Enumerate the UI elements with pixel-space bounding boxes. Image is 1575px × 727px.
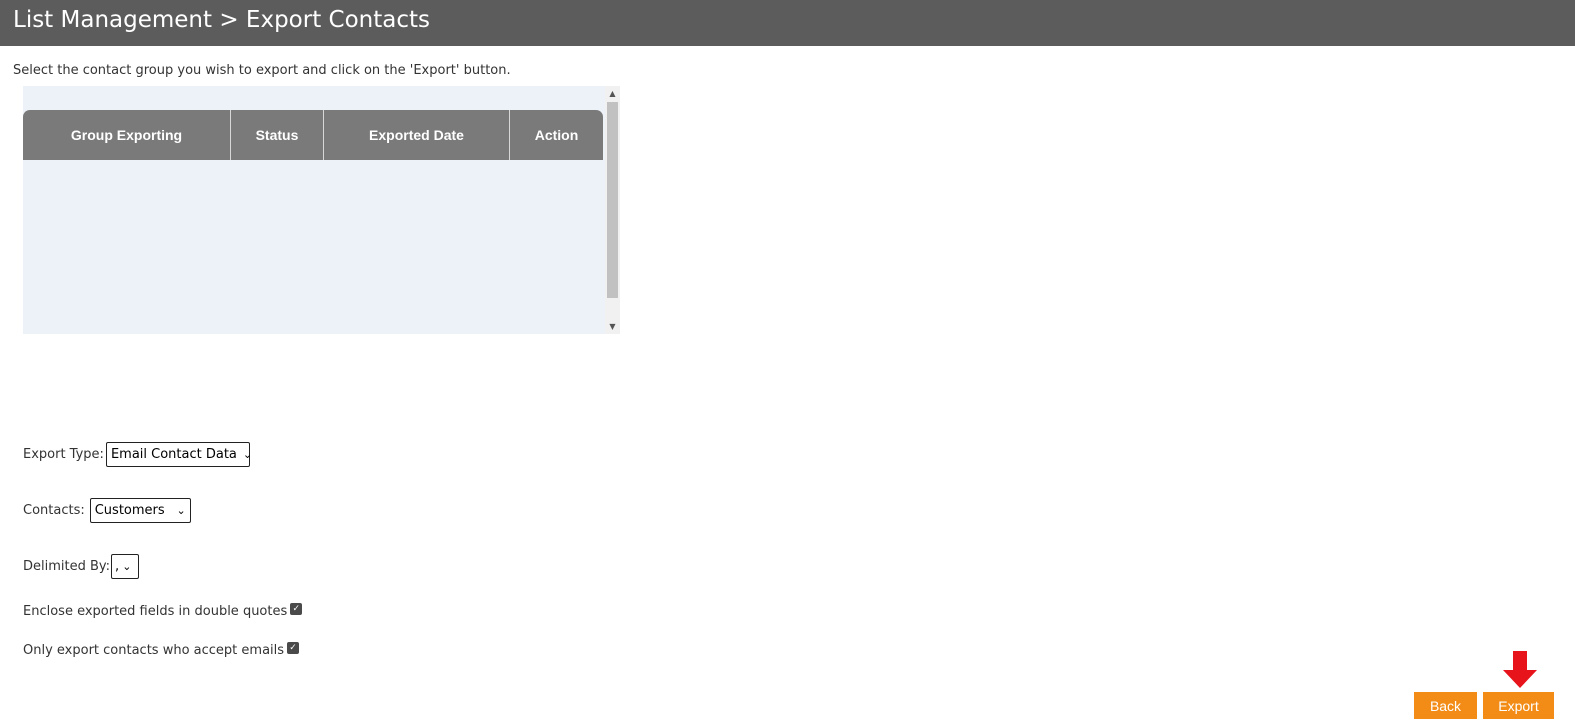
export-type-value: Email Contact Data xyxy=(110,447,237,462)
contacts-value: Customers xyxy=(94,503,165,518)
scroll-down-icon[interactable]: ▼ xyxy=(605,319,620,334)
contacts-select[interactable]: Customers ⌄ xyxy=(89,498,191,523)
delimited-by-label: Delimited By: xyxy=(23,559,111,574)
contacts-row: Contacts: Customers ⌄ xyxy=(23,498,191,523)
export-grid: Group Exporting Status Exported Date Act… xyxy=(23,86,620,334)
delimited-by-row: Delimited By: , ⌄ xyxy=(23,554,140,579)
chevron-down-icon: ⌄ xyxy=(176,504,186,517)
enclose-quotes-row: Enclose exported fields in double quotes… xyxy=(23,602,303,619)
delimited-by-value: , xyxy=(115,559,120,574)
chevron-down-icon: ⌄ xyxy=(122,560,132,573)
export-type-label: Export Type: xyxy=(23,447,104,462)
column-header-status[interactable]: Status xyxy=(231,110,324,160)
enclose-quotes-checkbox[interactable]: ✓ xyxy=(290,602,303,615)
back-button[interactable]: Back xyxy=(1414,692,1477,719)
accept-emails-checkbox[interactable]: ✓ xyxy=(287,641,300,654)
column-header-group-exporting[interactable]: Group Exporting xyxy=(23,110,231,160)
instruction-text: Select the contact group you wish to exp… xyxy=(13,63,511,78)
red-down-arrow-icon xyxy=(1503,651,1537,688)
export-type-row: Export Type: Email Contact Data ⌄ xyxy=(23,442,253,467)
enclose-quotes-label: Enclose exported fields in double quotes xyxy=(23,604,288,619)
export-button[interactable]: Export xyxy=(1483,692,1554,719)
column-header-exported-date[interactable]: Exported Date xyxy=(324,110,510,160)
accept-emails-row: Only export contacts who accept emails ✓ xyxy=(23,641,300,658)
grid-header: Group Exporting Status Exported Date Act… xyxy=(23,110,603,160)
scroll-up-icon[interactable]: ▲ xyxy=(605,86,620,101)
delimited-by-select[interactable]: , ⌄ xyxy=(111,554,140,579)
column-header-action[interactable]: Action xyxy=(510,110,603,160)
export-type-select[interactable]: Email Contact Data ⌄ xyxy=(105,442,253,467)
page-title: List Management > Export Contacts xyxy=(13,7,430,33)
page-header: List Management > Export Contacts xyxy=(0,0,1575,46)
scroll-thumb[interactable] xyxy=(607,102,618,298)
grid-scrollbar[interactable]: ▲ ▼ xyxy=(605,86,620,334)
accept-emails-label: Only export contacts who accept emails xyxy=(23,643,285,658)
chevron-down-icon: ⌄ xyxy=(242,448,253,461)
contacts-label: Contacts: xyxy=(23,503,85,518)
